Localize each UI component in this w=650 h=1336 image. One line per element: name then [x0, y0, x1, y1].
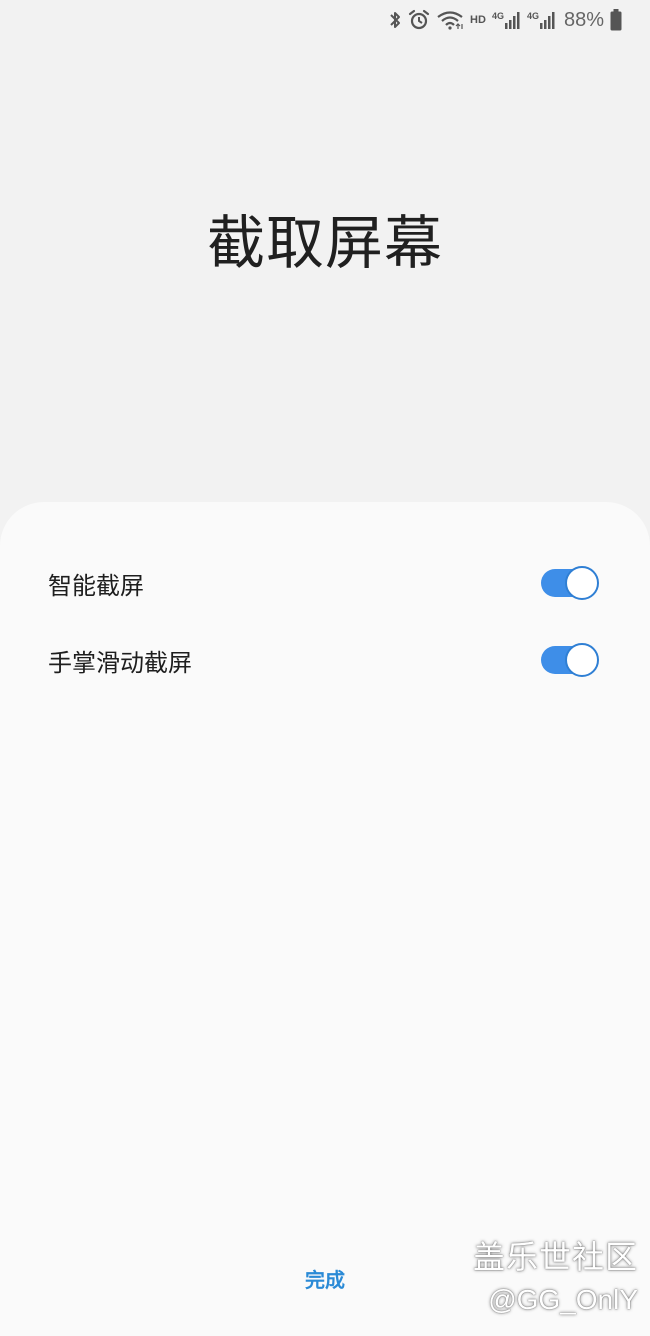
toggle-thumb	[565, 643, 599, 677]
battery-icon	[610, 9, 622, 31]
wifi-icon	[436, 10, 464, 30]
watermark: 盖乐世社区 @GG_OnlY	[473, 1232, 638, 1316]
watermark-handle: @GG_OnlY	[488, 1284, 638, 1315]
signal-2: 4G	[527, 11, 556, 29]
bluetooth-icon	[388, 10, 402, 30]
done-button[interactable]: 完成	[275, 1262, 375, 1298]
watermark-title: 盖乐世社区	[472, 1238, 638, 1276]
signal-icon	[504, 12, 520, 29]
signal-1: 4G	[492, 11, 521, 29]
signal-icon	[539, 12, 555, 29]
hd-icon: HD	[470, 14, 486, 26]
settings-sheet: 智能截屏 手掌滑动截屏	[0, 502, 650, 1336]
status-bar: HD 4G 4G 88%	[388, 0, 650, 40]
smart-capture-toggle[interactable]	[541, 566, 599, 600]
battery-percentage: 88%	[563, 8, 604, 31]
setting-label: 智能截屏	[48, 571, 144, 600]
setting-row-smart-capture[interactable]: 智能截屏	[0, 548, 650, 618]
setting-row-palm-swipe[interactable]: 手掌滑动截屏	[0, 625, 650, 695]
screen: HD 4G 4G 88% 截取屏幕 智能截屏 手掌滑动截屏 完成 盖乐世社区 @…	[0, 0, 650, 1336]
network-type-label: 4G	[491, 11, 504, 21]
toggle-thumb	[565, 566, 599, 600]
alarm-icon	[408, 9, 430, 31]
palm-swipe-toggle[interactable]	[541, 643, 599, 677]
setting-label: 手掌滑动截屏	[48, 648, 192, 677]
page-title: 截取屏幕	[206, 209, 443, 277]
network-type-label: 4G	[526, 11, 539, 21]
